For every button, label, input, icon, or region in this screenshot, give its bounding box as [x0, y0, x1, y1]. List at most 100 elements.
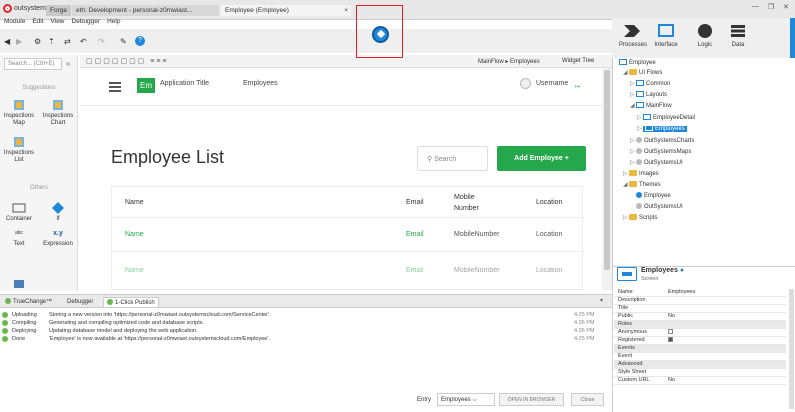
- tree-images[interactable]: ▷ Images: [623, 170, 659, 178]
- prop-public[interactable]: Public No: [614, 313, 786, 321]
- debug-icon[interactable]: ✎: [120, 38, 127, 46]
- entry-select[interactable]: Employees ⌵: [437, 393, 495, 406]
- user-avatar-icon: [520, 78, 531, 89]
- collapse-icon[interactable]: «: [66, 59, 70, 68]
- widget-inspections-chart[interactable]: Inspections Chart: [39, 98, 77, 127]
- widget-inspections-map[interactable]: Inspections Map: [0, 98, 38, 127]
- tree-maps[interactable]: ▷ OutSystemsMaps: [630, 148, 691, 156]
- success-icon: [2, 312, 8, 318]
- prop-registered[interactable]: Registered: [614, 337, 786, 345]
- screen-canvas[interactable]: Em Application Title Employees Username …: [80, 68, 612, 290]
- tree-charts[interactable]: ▷ OutSystemsCharts: [630, 137, 694, 145]
- widget-container[interactable]: Container: [0, 201, 38, 223]
- back-icon[interactable]: ◀: [4, 38, 10, 46]
- interface-button[interactable]: Interface: [653, 22, 679, 48]
- cell-email[interactable]: Email: [406, 267, 424, 274]
- logic-icon: [698, 24, 712, 38]
- cell-name[interactable]: Name: [125, 267, 144, 274]
- prop-group-advanced: Advanced: [614, 361, 786, 369]
- tree-theme-employee[interactable]: Employee: [630, 192, 671, 200]
- menu-view[interactable]: View: [51, 18, 65, 28]
- cell-mobile: MobileNumber: [454, 267, 500, 274]
- menu-help[interactable]: Help: [107, 18, 120, 28]
- toolbox-search-input[interactable]: Search... (Ctrl+E): [4, 58, 62, 70]
- logic-button[interactable]: Logic: [692, 22, 718, 48]
- prop-title[interactable]: Title: [614, 305, 786, 313]
- success-icon: [2, 336, 8, 342]
- settings-icon[interactable]: ⚙: [34, 38, 41, 46]
- panel-menu-icon[interactable]: ▾: [600, 297, 603, 304]
- redo-icon[interactable]: ↷: [98, 38, 105, 46]
- service-studio-icon[interactable]: [372, 26, 389, 43]
- interface-icon: [658, 24, 674, 37]
- prop-style-sheet[interactable]: Style Sheet: [614, 369, 786, 377]
- layer-switcher: Processes Interface Logic Data ⚲: [612, 18, 795, 58]
- undo-icon[interactable]: ↶: [80, 38, 87, 46]
- tab-truechange[interactable]: TrueChange™: [2, 297, 55, 307]
- table-row[interactable]: Name Email MobileNumber Location: [112, 218, 584, 252]
- publish-icon[interactable]: ⇡: [48, 38, 55, 46]
- tree-ui-flows[interactable]: ◢ UI Flows: [623, 69, 662, 77]
- widget-inspections-list[interactable]: Inspections List: [0, 135, 38, 164]
- prop-event[interactable]: Event: [614, 353, 786, 361]
- tab-forge[interactable]: Forge: [46, 5, 71, 16]
- open-in-browser-button[interactable]: OPEN IN BROWSER: [499, 393, 564, 406]
- close-button[interactable]: Close: [571, 393, 604, 406]
- canvas-tools-icon[interactable]: ▢▢▢▢▢▢▢ ≡≡≡: [86, 57, 169, 65]
- tab-1-click-publish[interactable]: 1-Click Publish: [103, 297, 159, 307]
- close-tab-icon[interactable]: ×: [344, 5, 348, 16]
- widget-more[interactable]: [0, 277, 38, 292]
- tab-employee[interactable]: Employee (Employee) ×: [221, 5, 351, 16]
- flow-icon: [636, 91, 644, 98]
- tree-employees[interactable]: ▷ Employees: [637, 125, 687, 133]
- menu-icon[interactable]: [109, 82, 121, 92]
- menu-debugger[interactable]: Debugger: [72, 18, 101, 28]
- widget-tree-button[interactable]: Widget Tree: [562, 58, 594, 64]
- breadcrumb[interactable]: MainFlow ▸ Employees: [478, 58, 540, 65]
- tree-root[interactable]: Employee: [619, 59, 656, 67]
- tree-mainflow[interactable]: ◢ MainFlow: [630, 102, 672, 110]
- folder-icon: [629, 181, 637, 188]
- properties-scrollbar[interactable]: [789, 289, 794, 409]
- flow-icon: [636, 80, 644, 87]
- prop-anonymous[interactable]: Anonymous: [614, 329, 786, 337]
- table-row[interactable]: Name Email MobileNumber Location: [112, 252, 584, 290]
- tree-themes[interactable]: ◢ Themes: [623, 181, 661, 189]
- tree-employee-detail[interactable]: ▷ EmployeeDetail: [637, 114, 695, 122]
- search-button[interactable]: ⚲: [790, 18, 795, 58]
- widget-if[interactable]: If: [39, 201, 77, 223]
- help-icon[interactable]: ?: [135, 36, 145, 46]
- menu-edit[interactable]: Edit: [32, 18, 43, 28]
- search-input[interactable]: ⚲ Search: [417, 146, 488, 171]
- compare-icon[interactable]: ⇄: [64, 38, 71, 46]
- map-widget-icon: [14, 100, 24, 110]
- logout-icon[interactable]: ↦: [575, 83, 580, 90]
- tree-layouts[interactable]: ▷ Layouts: [630, 91, 667, 99]
- canvas-toolbar: ▢▢▢▢▢▢▢ ≡≡≡ MainFlow ▸ Employees Widget …: [80, 55, 612, 68]
- username[interactable]: Username: [536, 80, 568, 87]
- canvas-scrollbar[interactable]: [602, 68, 612, 290]
- tab-debugger[interactable]: Debugger: [64, 297, 96, 307]
- flow-icon: [636, 102, 644, 109]
- close-window-icon[interactable]: ✕: [783, 3, 789, 11]
- tree-common[interactable]: ▷ Common: [630, 80, 670, 88]
- restore-icon[interactable]: ❐: [768, 3, 774, 11]
- tree-theme-outsystemsui[interactable]: OutSystemsUI: [630, 203, 683, 211]
- tree-scripts[interactable]: ▷ Scripts: [623, 214, 657, 222]
- cell-name[interactable]: Name: [125, 231, 144, 238]
- cell-email[interactable]: Email: [406, 231, 424, 238]
- tree-outsystemsui[interactable]: ▷ OutSystemsUI: [630, 159, 683, 167]
- processes-button[interactable]: Processes: [619, 22, 647, 48]
- prop-custom-url[interactable]: Custom URL No: [614, 377, 786, 385]
- minimize-icon[interactable]: —: [752, 3, 759, 11]
- nav-employees[interactable]: Employees: [243, 80, 278, 87]
- prop-description[interactable]: Description: [614, 297, 786, 305]
- add-employee-button[interactable]: Add Employee +: [497, 146, 586, 171]
- widget-text[interactable]: abc Text: [0, 226, 38, 248]
- data-button[interactable]: Data: [725, 22, 751, 48]
- prop-name[interactable]: Name Employees: [614, 289, 786, 297]
- tab-environment[interactable]: eth: Development - personal-z0mwiast...: [72, 5, 219, 16]
- forward-icon[interactable]: ▶: [16, 38, 22, 46]
- menu-module[interactable]: Module: [4, 18, 25, 28]
- widget-expression[interactable]: x.y Expression: [39, 226, 77, 248]
